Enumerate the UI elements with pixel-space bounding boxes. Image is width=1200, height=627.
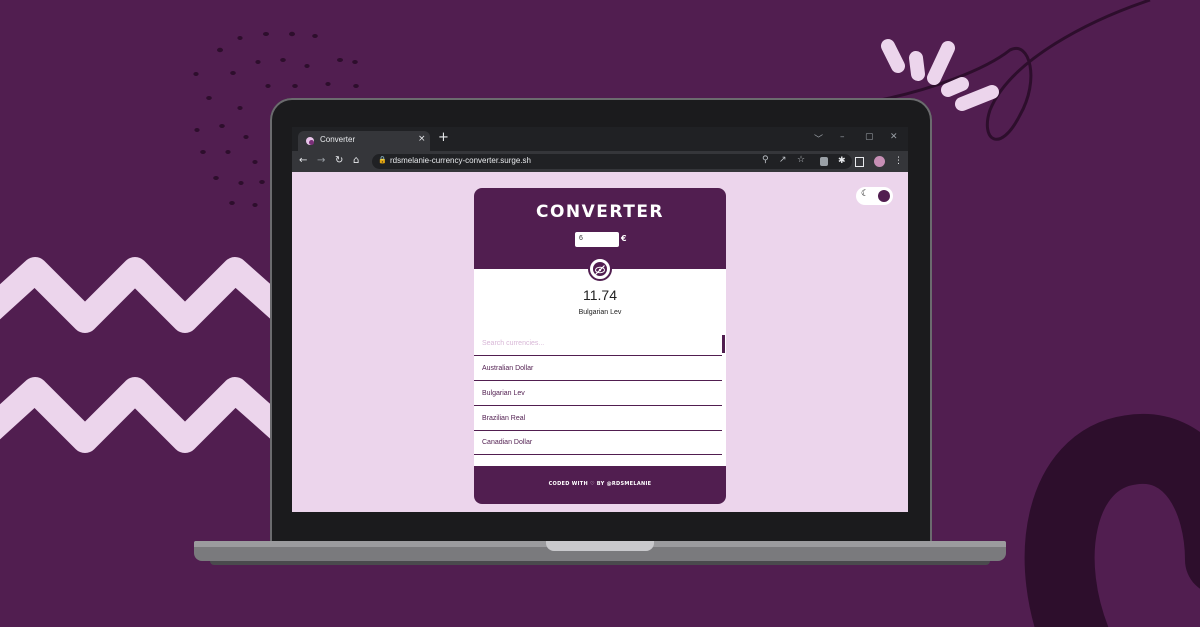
- result-currency-label: Bulgarian Lev: [578, 309, 622, 316]
- minimize-button[interactable]: –: [840, 132, 845, 142]
- tab-bar: Converter × + ﹀ – ▢ ✕: [292, 127, 908, 151]
- browser-toolbar: ← → ↻ ⌂ 🔒 rdsmelanie-currency-converter.…: [292, 151, 908, 172]
- zoom-icon[interactable]: ⚲: [762, 155, 769, 165]
- browser-window: Converter × + ﹀ – ▢ ✕ ← → ↻ ⌂ 🔒 rdsmelan…: [292, 127, 908, 512]
- lock-icon: 🔒: [378, 156, 387, 164]
- eye-slash-glyph: [593, 262, 607, 276]
- star-icon[interactable]: ☆: [797, 155, 805, 165]
- maximize-button[interactable]: ▢: [865, 132, 874, 142]
- search-placeholder: Search currencies...: [482, 340, 545, 347]
- zigzag-wave-bottom: [0, 377, 293, 453]
- new-tab-button[interactable]: +: [438, 130, 449, 146]
- converter-logo: CONVERTER: [535, 202, 665, 222]
- url-text: rdsmelanie-currency-converter.surge.sh: [390, 156, 531, 165]
- toggle-knob: [878, 190, 890, 202]
- tab-search-icon[interactable]: ﹀: [814, 132, 823, 145]
- footer-credit: CODED WITH ♡ BY @RDSMELANIE: [548, 481, 652, 487]
- list-item[interactable]: Australian Dollar: [474, 357, 722, 381]
- puzzle-icon[interactable]: ✱: [838, 156, 846, 166]
- page-content: CONVERTER 6 € 11.74 Bulgarian Lev Search…: [292, 172, 908, 512]
- list-item[interactable]: Canadian Dollar: [474, 431, 722, 455]
- converter-card: CONVERTER 6 € 11.74 Bulgarian Lev Search…: [474, 188, 726, 504]
- laptop-notch: [546, 541, 654, 551]
- tab-close-icon[interactable]: ×: [418, 134, 426, 144]
- tab-title: Converter: [320, 135, 356, 144]
- favicon-icon: [306, 137, 314, 145]
- kebab-menu-icon[interactable]: ⋮: [894, 156, 903, 166]
- list-item[interactable]: Bulgarian Lev: [474, 382, 722, 406]
- list-item[interactable]: Brazilian Real: [474, 407, 722, 431]
- tab-converter[interactable]: Converter ×: [298, 131, 430, 151]
- share-icon[interactable]: ↗: [779, 155, 787, 165]
- currency-list: Search currencies... Australian Dollar B…: [474, 332, 726, 466]
- extension-badge-icon[interactable]: [820, 157, 828, 166]
- profile-avatar[interactable]: [874, 156, 885, 167]
- card-footer: CODED WITH ♡ BY @RDSMELANIE: [474, 466, 726, 504]
- theme-toggle[interactable]: ☾: [856, 187, 893, 205]
- forward-arrow-icon[interactable]: →: [317, 154, 325, 168]
- amount-input[interactable]: 6: [575, 232, 619, 247]
- currency-label: Australian Dollar: [482, 365, 534, 372]
- hide-eye-icon[interactable]: [588, 257, 612, 281]
- currency-label: Bulgarian Lev: [482, 390, 525, 397]
- reload-icon[interactable]: ↻: [335, 154, 343, 168]
- result-value: 11.74: [583, 287, 617, 303]
- home-icon[interactable]: ⌂: [353, 154, 359, 168]
- euro-symbol: €: [621, 234, 627, 243]
- currency-label: Canadian Dollar: [482, 439, 533, 446]
- sidepanel-icon[interactable]: [855, 157, 864, 167]
- laptop-foot: [210, 561, 990, 565]
- address-bar[interactable]: 🔒 rdsmelanie-currency-converter.surge.sh…: [372, 154, 852, 169]
- arc-decoration: [1024, 414, 1200, 627]
- close-window-button[interactable]: ✕: [890, 132, 898, 142]
- list-scrollbar[interactable]: [722, 335, 725, 353]
- moon-icon: ☾: [861, 189, 870, 199]
- zigzag-wave-top: [0, 257, 293, 333]
- currency-label: Brazilian Real: [482, 415, 526, 422]
- back-arrow-icon[interactable]: ←: [299, 154, 307, 168]
- currency-search-input[interactable]: Search currencies...: [474, 332, 722, 356]
